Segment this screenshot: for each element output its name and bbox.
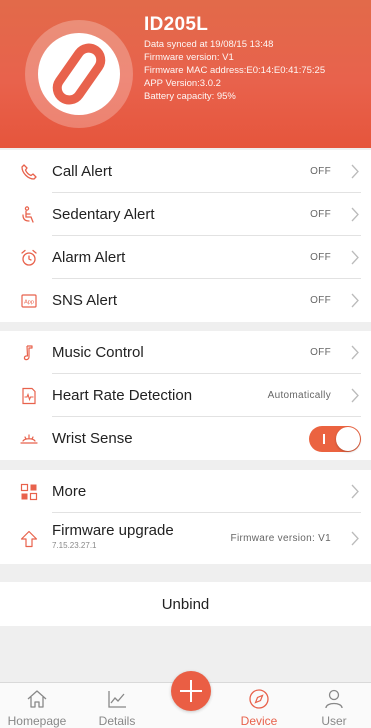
sync-time: Data synced at 19/08/15 13:48 [144, 39, 274, 50]
sedentary-alert-label: Sedentary Alert [52, 206, 155, 223]
device-header: ID205L Data synced at 19/08/15 13:48 Fir… [0, 0, 371, 148]
tab-details-label: Details [98, 714, 136, 728]
tab-user-label: User [321, 714, 347, 728]
firmware-upgrade-label: Firmware upgrade [52, 522, 174, 539]
sns-alert-label: SNS Alert [52, 292, 118, 309]
phone-icon [20, 163, 38, 181]
sns-alert-row[interactable]: App SNS Alert OFF [0, 279, 371, 322]
upgrade-arrow-icon [20, 530, 38, 548]
unbind-button[interactable]: Unbind [0, 582, 371, 626]
music-note-icon [20, 344, 38, 362]
chevron-right-icon [351, 250, 359, 265]
chevron-right-icon [351, 388, 359, 403]
heart-rate-label: Heart Rate Detection [52, 387, 193, 404]
battery-capacity: Battery capacity: 95% [144, 91, 236, 102]
chart-icon [80, 687, 154, 711]
user-icon [297, 687, 371, 711]
tab-homepage[interactable]: Homepage [0, 687, 74, 728]
alarm-alert-row[interactable]: Alarm Alert OFF [0, 236, 371, 279]
device-name: ID205L [144, 14, 209, 35]
home-icon [0, 687, 74, 711]
chevron-right-icon [351, 293, 359, 308]
music-control-row[interactable]: Music Control OFF [0, 331, 371, 374]
sedentary-alert-value: OFF [310, 209, 331, 220]
heart-rate-icon [20, 387, 38, 405]
more-label: More [52, 483, 87, 500]
chevron-right-icon [351, 531, 359, 546]
firmware-upgrade-value: Firmware version: V1 [230, 533, 331, 544]
chevron-right-icon [351, 484, 359, 499]
alarm-clock-icon [20, 249, 38, 267]
tab-device[interactable]: Device [222, 687, 296, 728]
music-control-value: OFF [310, 347, 331, 358]
sedentary-icon [20, 205, 38, 224]
alarm-alert-value: OFF [310, 252, 331, 263]
device-info: ID205L Data synced at 19/08/15 13:48 Fir… [144, 14, 325, 103]
chevron-right-icon [351, 345, 359, 360]
sedentary-alert-row[interactable]: Sedentary Alert OFF [0, 193, 371, 236]
wrist-sense-toggle[interactable] [309, 426, 361, 452]
call-alert-value: OFF [310, 166, 331, 177]
alarm-alert-label: Alarm Alert [52, 249, 126, 266]
sns-alert-value: OFF [310, 295, 331, 306]
controls-section: Music Control OFF Heart Rate Detection A… [0, 331, 371, 460]
tab-device-label: Device [240, 714, 278, 728]
wrist-sense-label: Wrist Sense [52, 430, 133, 447]
band-logo-icon [52, 43, 106, 105]
heart-rate-value: Automatically [267, 390, 331, 401]
grid-icon [20, 483, 38, 501]
device-logo [25, 20, 133, 128]
heart-rate-row[interactable]: Heart Rate Detection Automatically [0, 374, 371, 417]
svg-text:App: App [24, 299, 34, 305]
firmware-version: Firmware version: V1 [144, 52, 234, 63]
add-button[interactable] [171, 671, 211, 711]
app-icon: App [20, 292, 38, 310]
chevron-right-icon [351, 164, 359, 179]
alerts-section: Call Alert OFF Sedentary Alert OFF Alarm… [0, 150, 371, 322]
call-alert-row[interactable]: Call Alert OFF [0, 150, 371, 193]
firmware-upgrade-sublabel: 7.15.23.27.1 [52, 541, 97, 550]
more-row[interactable]: More [0, 470, 371, 513]
chevron-right-icon [351, 207, 359, 222]
more-section: More Firmware upgrade 7.15.23.27.1 Firmw… [0, 470, 371, 564]
tab-user[interactable]: User [297, 687, 371, 728]
compass-icon [222, 687, 296, 711]
wrist-sense-row: Wrist Sense [0, 417, 371, 460]
mac-address: Firmware MAC address:E0:14:E0:41:75:25 [144, 65, 326, 76]
call-alert-label: Call Alert [52, 163, 113, 180]
firmware-upgrade-row[interactable]: Firmware upgrade 7.15.23.27.1 Firmware v… [0, 513, 371, 564]
app-version: APP Version:3.0.2 [144, 78, 221, 89]
wrist-sense-icon [20, 430, 38, 448]
tab-homepage-label: Homepage [7, 714, 67, 728]
music-control-label: Music Control [52, 344, 144, 361]
tab-details[interactable]: Details [80, 687, 154, 728]
